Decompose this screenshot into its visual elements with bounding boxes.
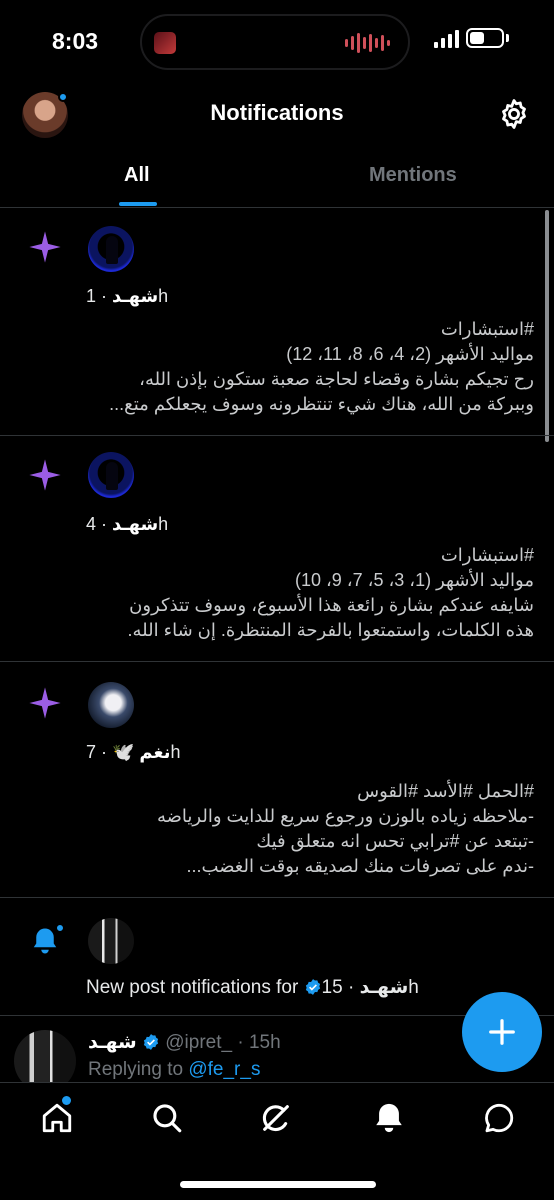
search-icon[interactable]: [150, 1101, 184, 1135]
new-post-text: New post notifications for شهـد · 15h: [86, 976, 419, 999]
now-playing-artwork: [154, 32, 176, 54]
tab-mentions[interactable]: Mentions: [369, 164, 457, 187]
author-name: نغم 🕊️: [112, 742, 171, 762]
sparkle-icon: [29, 459, 61, 491]
new-post-author: شهـد: [359, 977, 409, 998]
new-post-prefix: New post notifications for: [86, 977, 304, 998]
verified-badge-icon: [143, 1034, 159, 1050]
notifications-icon[interactable]: [372, 1101, 406, 1135]
avatar[interactable]: [88, 452, 134, 498]
notification-item[interactable]: شهـد · 1h #استبشارات مواليد الأشهر (2، 4…: [0, 208, 554, 436]
messages-icon[interactable]: [482, 1101, 516, 1135]
tweet-time: · 15h: [232, 1032, 281, 1053]
page-title: Notifications: [210, 100, 344, 125]
avatar[interactable]: [88, 226, 134, 272]
notification-author[interactable]: شهـد · 1h: [86, 286, 168, 307]
tweet-author-name: شهـد: [88, 1032, 137, 1053]
new-post-notification[interactable]: New post notifications for شهـد · 15h: [0, 898, 554, 1016]
author-name: شهـد: [112, 286, 159, 306]
grok-icon[interactable]: [259, 1101, 293, 1135]
battery-tip: [506, 34, 509, 42]
author-name: شهـد: [112, 514, 159, 534]
notification-item[interactable]: نغم 🕊️ · 7h #الحمل #الأسد #القوس -ملاحظه…: [0, 662, 554, 898]
tweet-handle: @ipret_: [165, 1032, 233, 1053]
notification-author[interactable]: نغم 🕊️ · 7h: [86, 742, 180, 763]
sparkle-icon: [29, 231, 61, 263]
tab-all[interactable]: All: [124, 164, 150, 187]
battery-icon: [466, 28, 504, 48]
home-unread-dot: [62, 1096, 71, 1105]
replying-to-line: Replying to @fe_r_s: [88, 1059, 260, 1081]
notification-text: #استبشارات مواليد الأشهر (1، 3، 5، 7، 9،…: [127, 545, 534, 640]
cellular-signal-icon: [434, 30, 459, 48]
avatar[interactable]: [88, 682, 134, 728]
compose-button[interactable]: [462, 992, 542, 1072]
audio-waveform-icon: [345, 31, 390, 55]
status-bar: 8:03: [0, 0, 554, 86]
replying-to-link[interactable]: @fe_r_s: [188, 1059, 260, 1080]
notification-text: #استبشارات مواليد الأشهر (2، 4، 6، 8، 11…: [109, 319, 534, 414]
notification-author[interactable]: شهـد · 4h: [86, 514, 168, 535]
bell-unread-dot: [56, 924, 64, 932]
replying-prefix: Replying to: [88, 1059, 189, 1080]
dynamic-island[interactable]: [140, 14, 410, 70]
notification-text: #الحمل #الأسد #القوس -ملاحظه زياده بالوز…: [156, 781, 534, 876]
notification-item[interactable]: شهـد · 4h #استبشارات مواليد الأشهر (1، 3…: [0, 436, 554, 662]
avatar[interactable]: [88, 918, 134, 964]
settings-gear-icon[interactable]: [497, 97, 531, 131]
sparkle-icon: [29, 687, 61, 719]
home-icon[interactable]: [40, 1101, 74, 1135]
home-indicator[interactable]: [180, 1181, 376, 1188]
compose-plus-icon: [489, 1019, 515, 1045]
active-tab-indicator: [119, 202, 157, 206]
tweet-header[interactable]: شهـد @ipret_ · 15h: [88, 1031, 281, 1054]
verified-badge-icon: [305, 979, 320, 995]
status-time: 8:03: [52, 28, 99, 54]
bell-icon: [33, 928, 57, 954]
